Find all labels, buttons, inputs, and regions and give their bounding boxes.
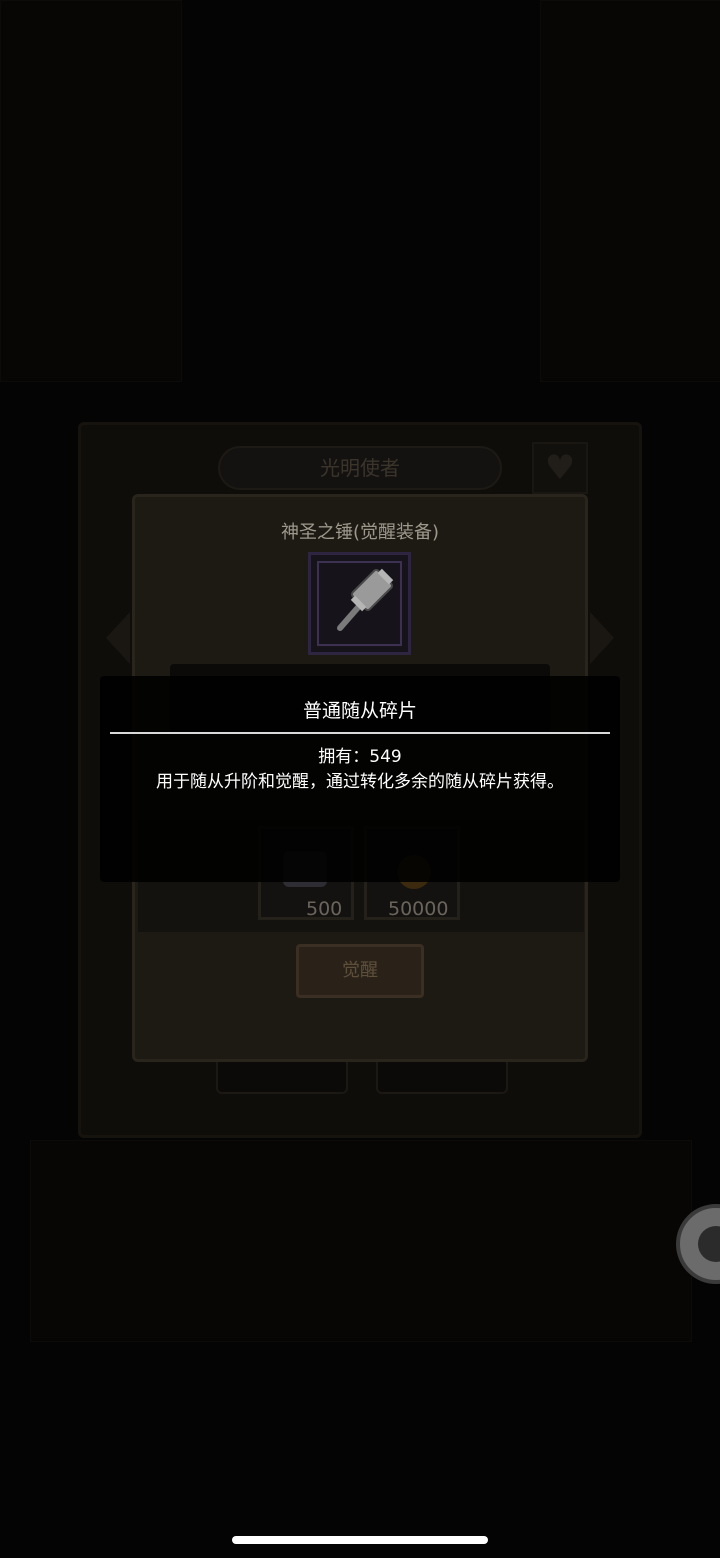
tooltip-owned-count: 拥有：549 xyxy=(318,747,402,767)
equipment-title: 神圣之锤(觉醒装备) xyxy=(280,522,440,543)
hammer-icon xyxy=(337,568,394,631)
background-grid xyxy=(30,1140,692,1342)
tooltip-description: 用于随从升阶和觉醒，通过转化多余的随从碎片获得。 xyxy=(156,772,564,792)
prev-arrow-icon[interactable] xyxy=(106,612,130,664)
panel-tab-button[interactable] xyxy=(216,1062,348,1094)
home-indicator[interactable] xyxy=(232,1536,488,1544)
fragment-cost-amount: 500 xyxy=(306,898,343,920)
background-shelf xyxy=(0,0,182,382)
awaken-button[interactable]: 觉醒 xyxy=(296,944,424,998)
favorite-heart-icon[interactable]: ♥ xyxy=(532,442,588,494)
background-shelf xyxy=(540,0,720,382)
hero-name-banner: 光明使者 xyxy=(218,446,502,490)
next-arrow-icon[interactable] xyxy=(590,612,614,664)
gold-cost-amount: 50000 xyxy=(388,898,449,920)
tooltip-divider xyxy=(110,732,610,734)
tooltip-title: 普通随从碎片 xyxy=(302,700,417,722)
item-tooltip: 普通随从碎片 拥有：549 用于随从升阶和觉醒，通过转化多余的随从碎片获得。 xyxy=(100,676,620,882)
panel-tab-button[interactable] xyxy=(376,1062,508,1094)
